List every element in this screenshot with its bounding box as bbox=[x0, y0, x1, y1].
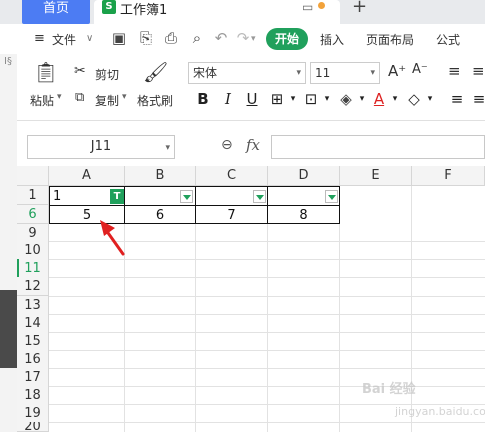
annotation-arrow bbox=[100, 220, 125, 256]
watermark-url: jingyan.baidu.com bbox=[395, 405, 485, 418]
watermark-logo: Bai 经验 bbox=[362, 382, 416, 397]
